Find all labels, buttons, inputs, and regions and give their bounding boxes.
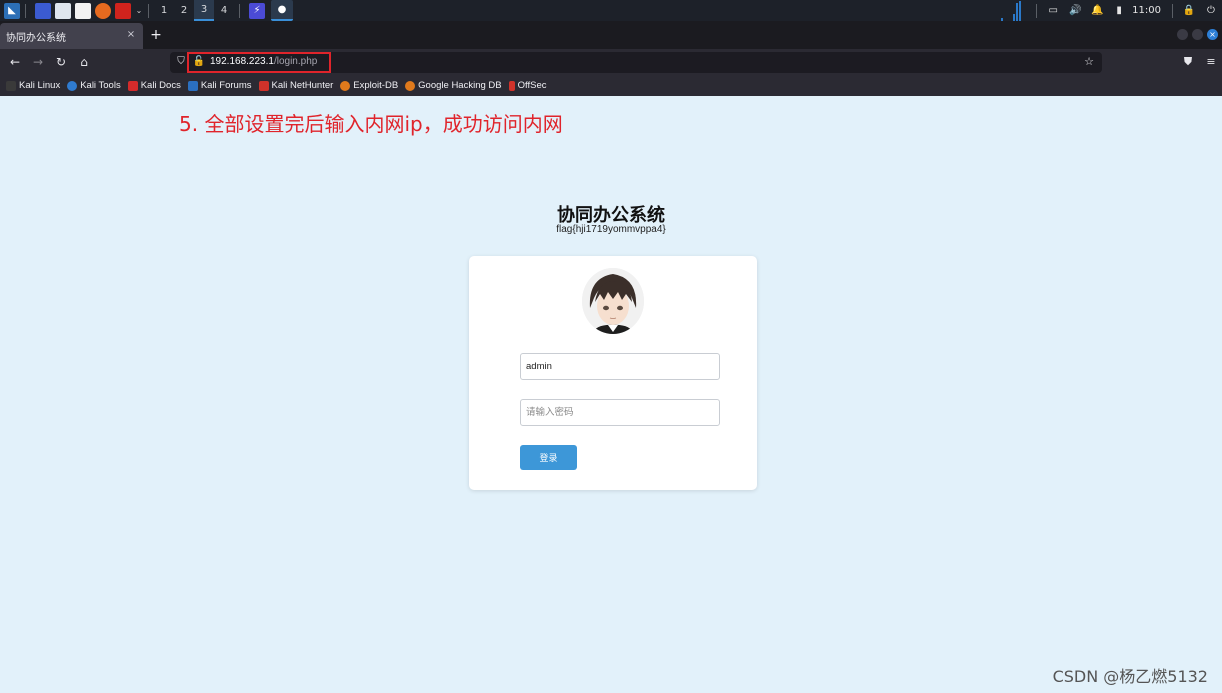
exploit-db-icon bbox=[340, 80, 351, 91]
bookmark-kali-tools[interactable]: Kali Tools bbox=[67, 80, 121, 91]
username-input[interactable] bbox=[520, 353, 720, 380]
firefox-icon[interactable] bbox=[95, 2, 111, 19]
chevron-down-icon[interactable]: ⌄ bbox=[135, 3, 143, 19]
back-button[interactable]: ← bbox=[7, 54, 23, 70]
notification-bell-icon[interactable]: 🔔 bbox=[1090, 4, 1104, 18]
new-tab-button[interactable]: + bbox=[148, 27, 164, 43]
cpu-graph bbox=[961, 0, 1025, 21]
avatar bbox=[582, 268, 644, 334]
clock[interactable]: 11:00 bbox=[1132, 5, 1161, 16]
app-launcher-icon[interactable]: ⚡ bbox=[249, 2, 265, 19]
offsec-icon bbox=[508, 80, 515, 91]
minimize-button[interactable] bbox=[1177, 29, 1188, 40]
kali-icon bbox=[6, 80, 16, 91]
bookmark-kali-docs[interactable]: Kali Docs bbox=[127, 80, 181, 91]
login-card: 登录 bbox=[469, 256, 757, 490]
step-annotation: 5. 全部设置完后输入内网ip，成功访问内网 bbox=[179, 112, 563, 136]
url-highlight-box bbox=[187, 52, 331, 73]
home-button[interactable]: ⌂ bbox=[76, 54, 92, 70]
bookmark-label: OffSec bbox=[517, 80, 547, 91]
bookmark-label: Google Hacking DB bbox=[418, 80, 502, 91]
browser-nav-bar: ← → ↻ ⌂ ⛉ 🔓 192.168.223.1/login.php ☆ ⛊ … bbox=[0, 49, 1222, 75]
firefox-window-icon[interactable]: ● bbox=[271, 0, 293, 21]
nethunter-icon bbox=[258, 80, 269, 91]
bookmark-label: Kali Docs bbox=[140, 80, 181, 91]
bookmark-label: Kali Tools bbox=[80, 80, 121, 91]
bookmark-kali-linux[interactable]: Kali Linux bbox=[6, 80, 60, 91]
password-input[interactable] bbox=[520, 399, 720, 426]
screen-tool-icon[interactable] bbox=[115, 2, 131, 19]
workspace-1[interactable]: 1 bbox=[154, 0, 174, 21]
power-icon[interactable]: ⏻ bbox=[1204, 4, 1218, 18]
bookmark-label: Kali Linux bbox=[19, 80, 61, 91]
window-controls: × bbox=[1177, 29, 1218, 40]
bookmark-kali-forums[interactable]: Kali Forums bbox=[187, 80, 252, 91]
bookmark-kali-nethunter[interactable]: Kali NetHunter bbox=[258, 80, 334, 91]
close-tab-icon[interactable]: × bbox=[125, 29, 137, 41]
workspace-3[interactable]: 3 bbox=[194, 0, 214, 21]
login-button[interactable]: 登录 bbox=[520, 445, 577, 470]
tab-login[interactable]: 协同办公系统 × bbox=[0, 23, 143, 49]
maximize-button[interactable] bbox=[1192, 29, 1203, 40]
taskbar-divider bbox=[239, 3, 240, 18]
tab-title: 协同办公系统 bbox=[6, 32, 66, 44]
kali-docs-icon bbox=[127, 80, 138, 91]
bookmark-exploit-db[interactable]: Exploit-DB bbox=[340, 80, 398, 91]
kali-tools-icon bbox=[67, 80, 78, 91]
pocket-icon[interactable]: ⛊ bbox=[1180, 54, 1196, 70]
battery-icon[interactable]: ▮ bbox=[1112, 4, 1126, 18]
bookmark-label: Kali Forums bbox=[200, 80, 252, 91]
shield-icon[interactable]: ⛉ bbox=[174, 55, 188, 69]
text-editor-icon[interactable] bbox=[75, 2, 91, 19]
folder-icon[interactable] bbox=[55, 2, 71, 19]
bookmarks-toolbar: Kali Linux Kali Tools Kali Docs Kali For… bbox=[0, 75, 1222, 96]
bookmark-offsec[interactable]: OffSec bbox=[508, 80, 547, 91]
bookmark-label: Exploit-DB bbox=[353, 80, 399, 91]
lock-screen-icon[interactable]: 🔒 bbox=[1182, 4, 1196, 18]
star-icon[interactable]: ☆ bbox=[1082, 55, 1096, 69]
close-window-button[interactable]: × bbox=[1207, 29, 1218, 40]
bookmark-google-hacking-db[interactable]: Google Hacking DB bbox=[405, 80, 502, 91]
kali-menu-icon[interactable]: ◣ bbox=[4, 2, 20, 19]
taskbar-divider bbox=[148, 3, 149, 18]
taskbar-divider bbox=[25, 3, 26, 18]
display-icon[interactable]: ▭ bbox=[1046, 4, 1060, 18]
kali-forums-icon bbox=[187, 80, 198, 91]
avatar-illustration bbox=[582, 268, 644, 334]
bookmark-label: Kali NetHunter bbox=[271, 80, 334, 91]
taskbar-divider bbox=[1172, 3, 1173, 18]
csdn-watermark: CSDN @杨乙燃5132 bbox=[1052, 667, 1208, 686]
terminal-icon[interactable] bbox=[35, 2, 51, 19]
reload-button[interactable]: ↻ bbox=[53, 54, 69, 70]
ghdb-icon bbox=[405, 80, 416, 91]
volume-icon[interactable]: 🔊 bbox=[1068, 4, 1082, 18]
taskbar-divider bbox=[1036, 3, 1038, 18]
workspace-4[interactable]: 4 bbox=[214, 0, 234, 21]
workspace-2[interactable]: 2 bbox=[174, 0, 194, 21]
system-taskbar: ◣ ⌄ 1 2 3 4 ⚡ ● ▭ 🔊 🔔 ▮ 11:00 🔒 ⏻ bbox=[0, 0, 1222, 21]
flag-text: flag{hji1719yommvppa4} bbox=[556, 224, 666, 235]
menu-icon[interactable]: ≡ bbox=[1203, 54, 1219, 70]
browser-tab-strip: 协同办公系统 × + × bbox=[0, 21, 1222, 49]
page-viewport: 5. 全部设置完后输入内网ip，成功访问内网 协同办公系统 flag{hji17… bbox=[0, 96, 1222, 693]
forward-button[interactable]: → bbox=[30, 54, 46, 70]
